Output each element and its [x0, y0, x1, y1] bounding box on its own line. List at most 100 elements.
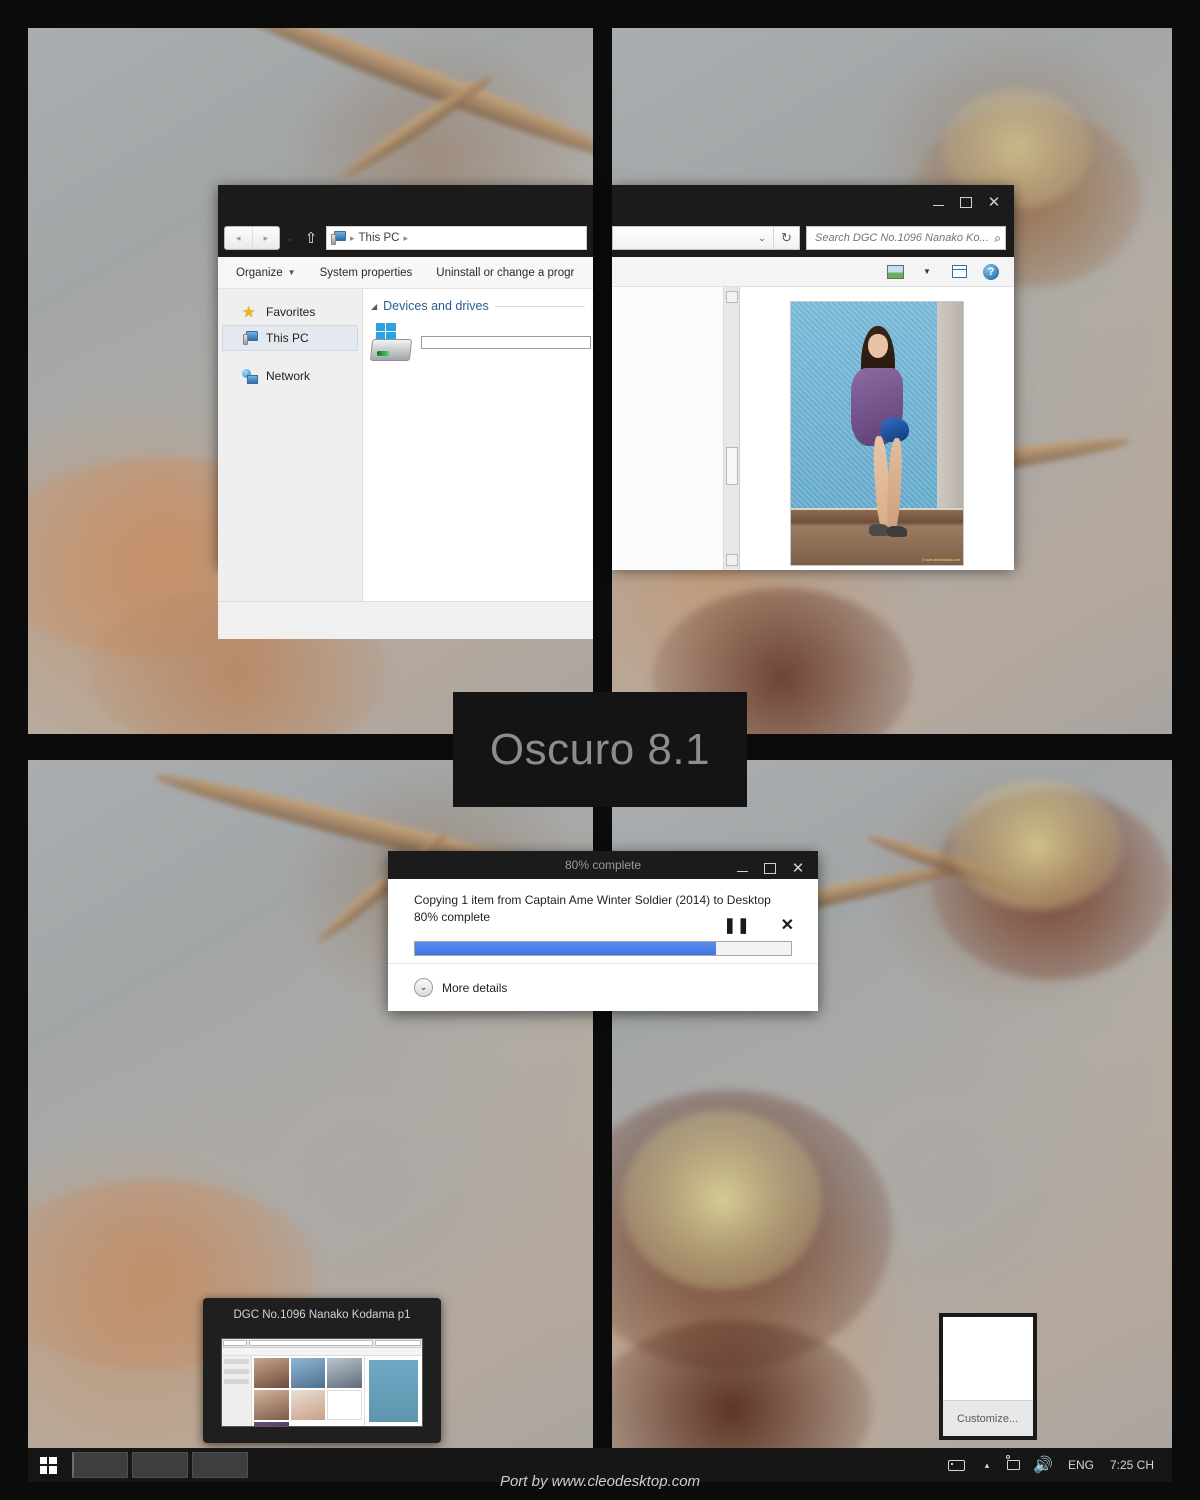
viewer-toolbar: ▼ ? [612, 257, 1014, 287]
close-button[interactable]: ✕ [980, 189, 1008, 215]
maximize-button[interactable] [756, 855, 784, 881]
wallpaper-blossom [952, 780, 1122, 910]
copy-dialog-body: Copying 1 item from Captain Ame Winter S… [388, 879, 818, 963]
explorer-body: Favorites This PC Network ◢ Devices and … [218, 289, 593, 601]
sidebar-item-label: Network [266, 369, 311, 383]
explorer-content-pane: ◢ Devices and drives [363, 289, 593, 601]
page-title: Oscuro 8.1 [489, 724, 711, 774]
viewer-navigation-row: ⌄ ↻ ⌕ [612, 219, 1014, 257]
tray-hidden-icons-grid[interactable] [943, 1317, 1033, 1400]
windows-start-icon [39, 1456, 57, 1474]
minimize-button[interactable] [728, 855, 756, 881]
thumbnail-window-image [221, 1338, 423, 1427]
explorer-command-bar: Organize ▼ System properties Uninstall or… [218, 257, 593, 289]
copy-dialog-controls: ❚❚ ✕ [723, 915, 794, 935]
chevron-down-icon[interactable]: ▼ [918, 264, 936, 280]
address-bar[interactable]: ⌄ ↻ [612, 226, 800, 250]
collapse-triangle-icon[interactable]: ◢ [371, 302, 377, 311]
viewer-preview-pane: © www.cleodesktop.com [740, 287, 1014, 570]
copy-dialog-footer: ⌄ More details [388, 963, 818, 1011]
progress-bar-fill [415, 942, 716, 955]
copy-progress-dialog: 80% complete ✕ Copying 1 item from Capta… [388, 851, 818, 1011]
breadcrumb-separator[interactable]: ▸ [403, 233, 408, 244]
search-box[interactable]: ⌕ [806, 226, 1006, 250]
this-pc-icon [243, 331, 258, 345]
file-explorer-window: ◂ ▸ ⌄ ⇧ ▸ This PC ▸ Organize ▼ System pro… [218, 185, 593, 639]
drive-capacity-bar [421, 335, 591, 349]
tray-overflow-flyout[interactable]: Customize... [939, 1313, 1037, 1440]
sidebar-item-this-pc[interactable]: This PC [222, 325, 358, 351]
thumbnail-preview-pane [364, 1356, 422, 1426]
customize-link[interactable]: Customize... [943, 1400, 1033, 1436]
help-icon[interactable]: ? [982, 263, 1000, 280]
explorer-status-bar [218, 601, 593, 639]
organize-button[interactable]: Organize ▼ [218, 267, 308, 279]
thumbnail-title: DGC No.1096 Nanako Kodama p1 [233, 1309, 411, 1321]
drive-item[interactable] [369, 323, 593, 361]
maximize-button[interactable] [952, 189, 980, 215]
organize-label: Organize [236, 266, 283, 279]
nav-back-forward-group[interactable]: ◂ ▸ [224, 226, 280, 250]
vertical-scrollbar[interactable] [724, 287, 740, 570]
sidebar-item-network[interactable]: Network [218, 363, 362, 389]
minimize-button[interactable] [924, 189, 952, 215]
photo-preview-image: © www.cleodesktop.com [790, 301, 964, 566]
progress-bar-track [414, 941, 792, 956]
pause-button[interactable]: ❚❚ [723, 916, 750, 934]
photo-folder-window: ✕ ⌄ ↻ ⌕ ▼ ? [612, 185, 1014, 570]
close-button[interactable]: ✕ [784, 855, 812, 881]
viewer-titlebar[interactable]: ✕ [612, 185, 1014, 219]
sidebar-item-favorites[interactable]: Favorites [218, 299, 362, 325]
up-one-level-icon[interactable]: ⇧ [300, 231, 322, 246]
thumbnail-file-grid [252, 1356, 364, 1426]
scroll-down-button[interactable] [726, 554, 738, 566]
cancel-button[interactable]: ✕ [781, 915, 794, 935]
star-icon [242, 305, 258, 320]
breadcrumb-separator: ▸ [350, 232, 355, 243]
photo-watermark: © www.cleodesktop.com [921, 558, 960, 562]
sidebar-item-label: This PC [266, 331, 309, 345]
system-properties-button[interactable]: System properties [308, 267, 425, 279]
search-input[interactable] [815, 232, 995, 244]
refresh-icon[interactable]: ↻ [773, 227, 799, 249]
search-icon[interactable]: ⌕ [994, 231, 1001, 246]
back-button[interactable]: ◂ [225, 227, 253, 249]
group-header-rule [494, 305, 585, 307]
forward-button[interactable]: ▸ [253, 227, 280, 249]
breadcrumb[interactable]: ▸ This PC ▸ [326, 226, 587, 250]
viewer-body: © www.cleodesktop.com [612, 287, 1014, 570]
desktop-screenshot: ◂ ▸ ⌄ ⇧ ▸ This PC ▸ Organize ▼ System pro… [0, 0, 1200, 1500]
group-header-label: Devices and drives [383, 299, 489, 313]
viewer-window-controls: ✕ [924, 185, 1008, 219]
thumbnail-command-bar [222, 1348, 422, 1356]
this-pc-icon [331, 231, 346, 245]
sidebar-item-label: Favorites [266, 305, 316, 319]
scroll-up-button[interactable] [726, 291, 738, 303]
devices-and-drives-group-header[interactable]: ◢ Devices and drives [371, 299, 593, 313]
viewer-file-list-pane[interactable] [612, 287, 724, 570]
thumbnail-content [222, 1356, 422, 1426]
taskbar-thumbnail-preview[interactable]: DGC No.1096 Nanako Kodama p1 [203, 1298, 441, 1443]
uninstall-or-change-program-button[interactable]: Uninstall or change a progr [424, 267, 586, 279]
explorer-navigation-row: ◂ ▸ ⌄ ⇧ ▸ This PC ▸ [218, 219, 593, 257]
preview-pane-icon[interactable] [886, 264, 904, 280]
explorer-navigation-pane: Favorites This PC Network [218, 289, 363, 601]
chevron-down-icon: ▼ [287, 267, 296, 277]
port-credit-watermark: Port by www.cleodesktop.com [499, 1473, 701, 1490]
theme-title-plate: Oscuro 8.1 [453, 692, 747, 807]
thumbnail-nav-pane [222, 1356, 252, 1426]
windows-drive-icon [369, 323, 413, 361]
explorer-titlebar[interactable] [218, 185, 593, 219]
scrollbar-thumb[interactable] [726, 447, 738, 485]
network-icon [242, 368, 258, 384]
chevron-down-icon[interactable]: ⌄ [414, 978, 433, 997]
recent-locations-icon[interactable]: ⌄ [280, 233, 300, 244]
wallpaper-blossom [622, 1110, 822, 1290]
copy-dialog-titlebar[interactable]: 80% complete ✕ [388, 851, 818, 879]
breadcrumb-segment-this-pc[interactable]: This PC [359, 232, 400, 244]
thumbnail-address-bar [222, 1339, 422, 1348]
copy-source-destination-text: Copying 1 item from Captain Ame Winter S… [414, 893, 771, 907]
layout-pane-icon[interactable] [950, 264, 968, 280]
more-details-link[interactable]: More details [442, 981, 507, 995]
chevron-down-icon[interactable]: ⌄ [751, 233, 773, 244]
